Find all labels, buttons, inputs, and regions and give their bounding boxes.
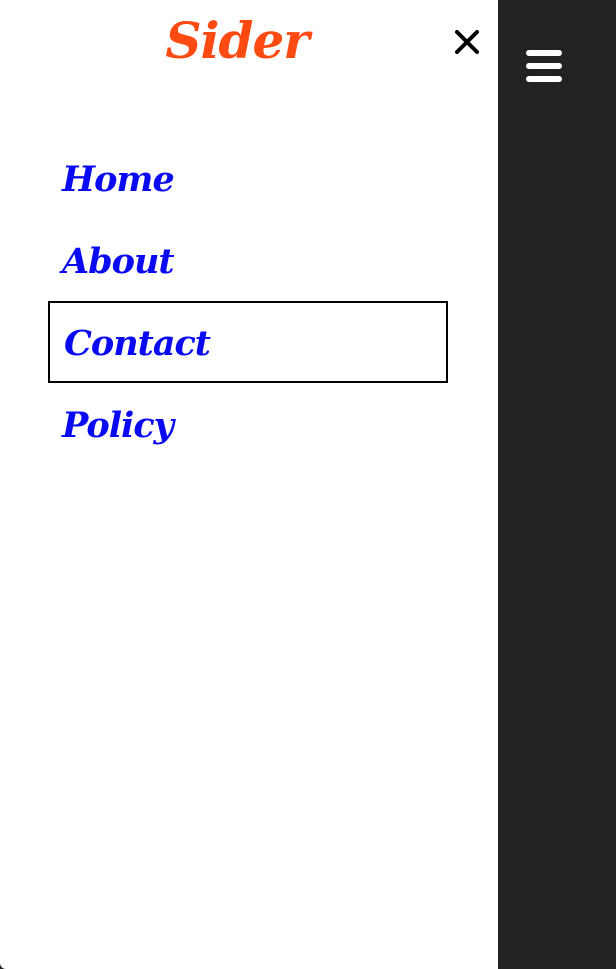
close-button[interactable] xyxy=(449,22,485,62)
hamburger-menu-icon[interactable] xyxy=(526,50,562,84)
app-window: Sider Home About Contact Policy xyxy=(0,0,616,969)
nav-link-contact[interactable]: Contact xyxy=(48,301,448,383)
nav-link-policy[interactable]: Policy xyxy=(48,383,448,465)
nav-link-about[interactable]: About xyxy=(48,219,448,301)
sidebar-nav: Home About Contact Policy xyxy=(48,137,448,465)
hamburger-bar xyxy=(526,63,562,69)
hamburger-bar xyxy=(526,76,562,82)
hamburger-bar xyxy=(526,50,562,56)
nav-link-home[interactable]: Home xyxy=(48,137,448,219)
side-drawer: Sider Home About Contact Policy xyxy=(0,0,498,969)
close-icon xyxy=(455,30,479,54)
brand-title: Sider xyxy=(165,11,309,70)
